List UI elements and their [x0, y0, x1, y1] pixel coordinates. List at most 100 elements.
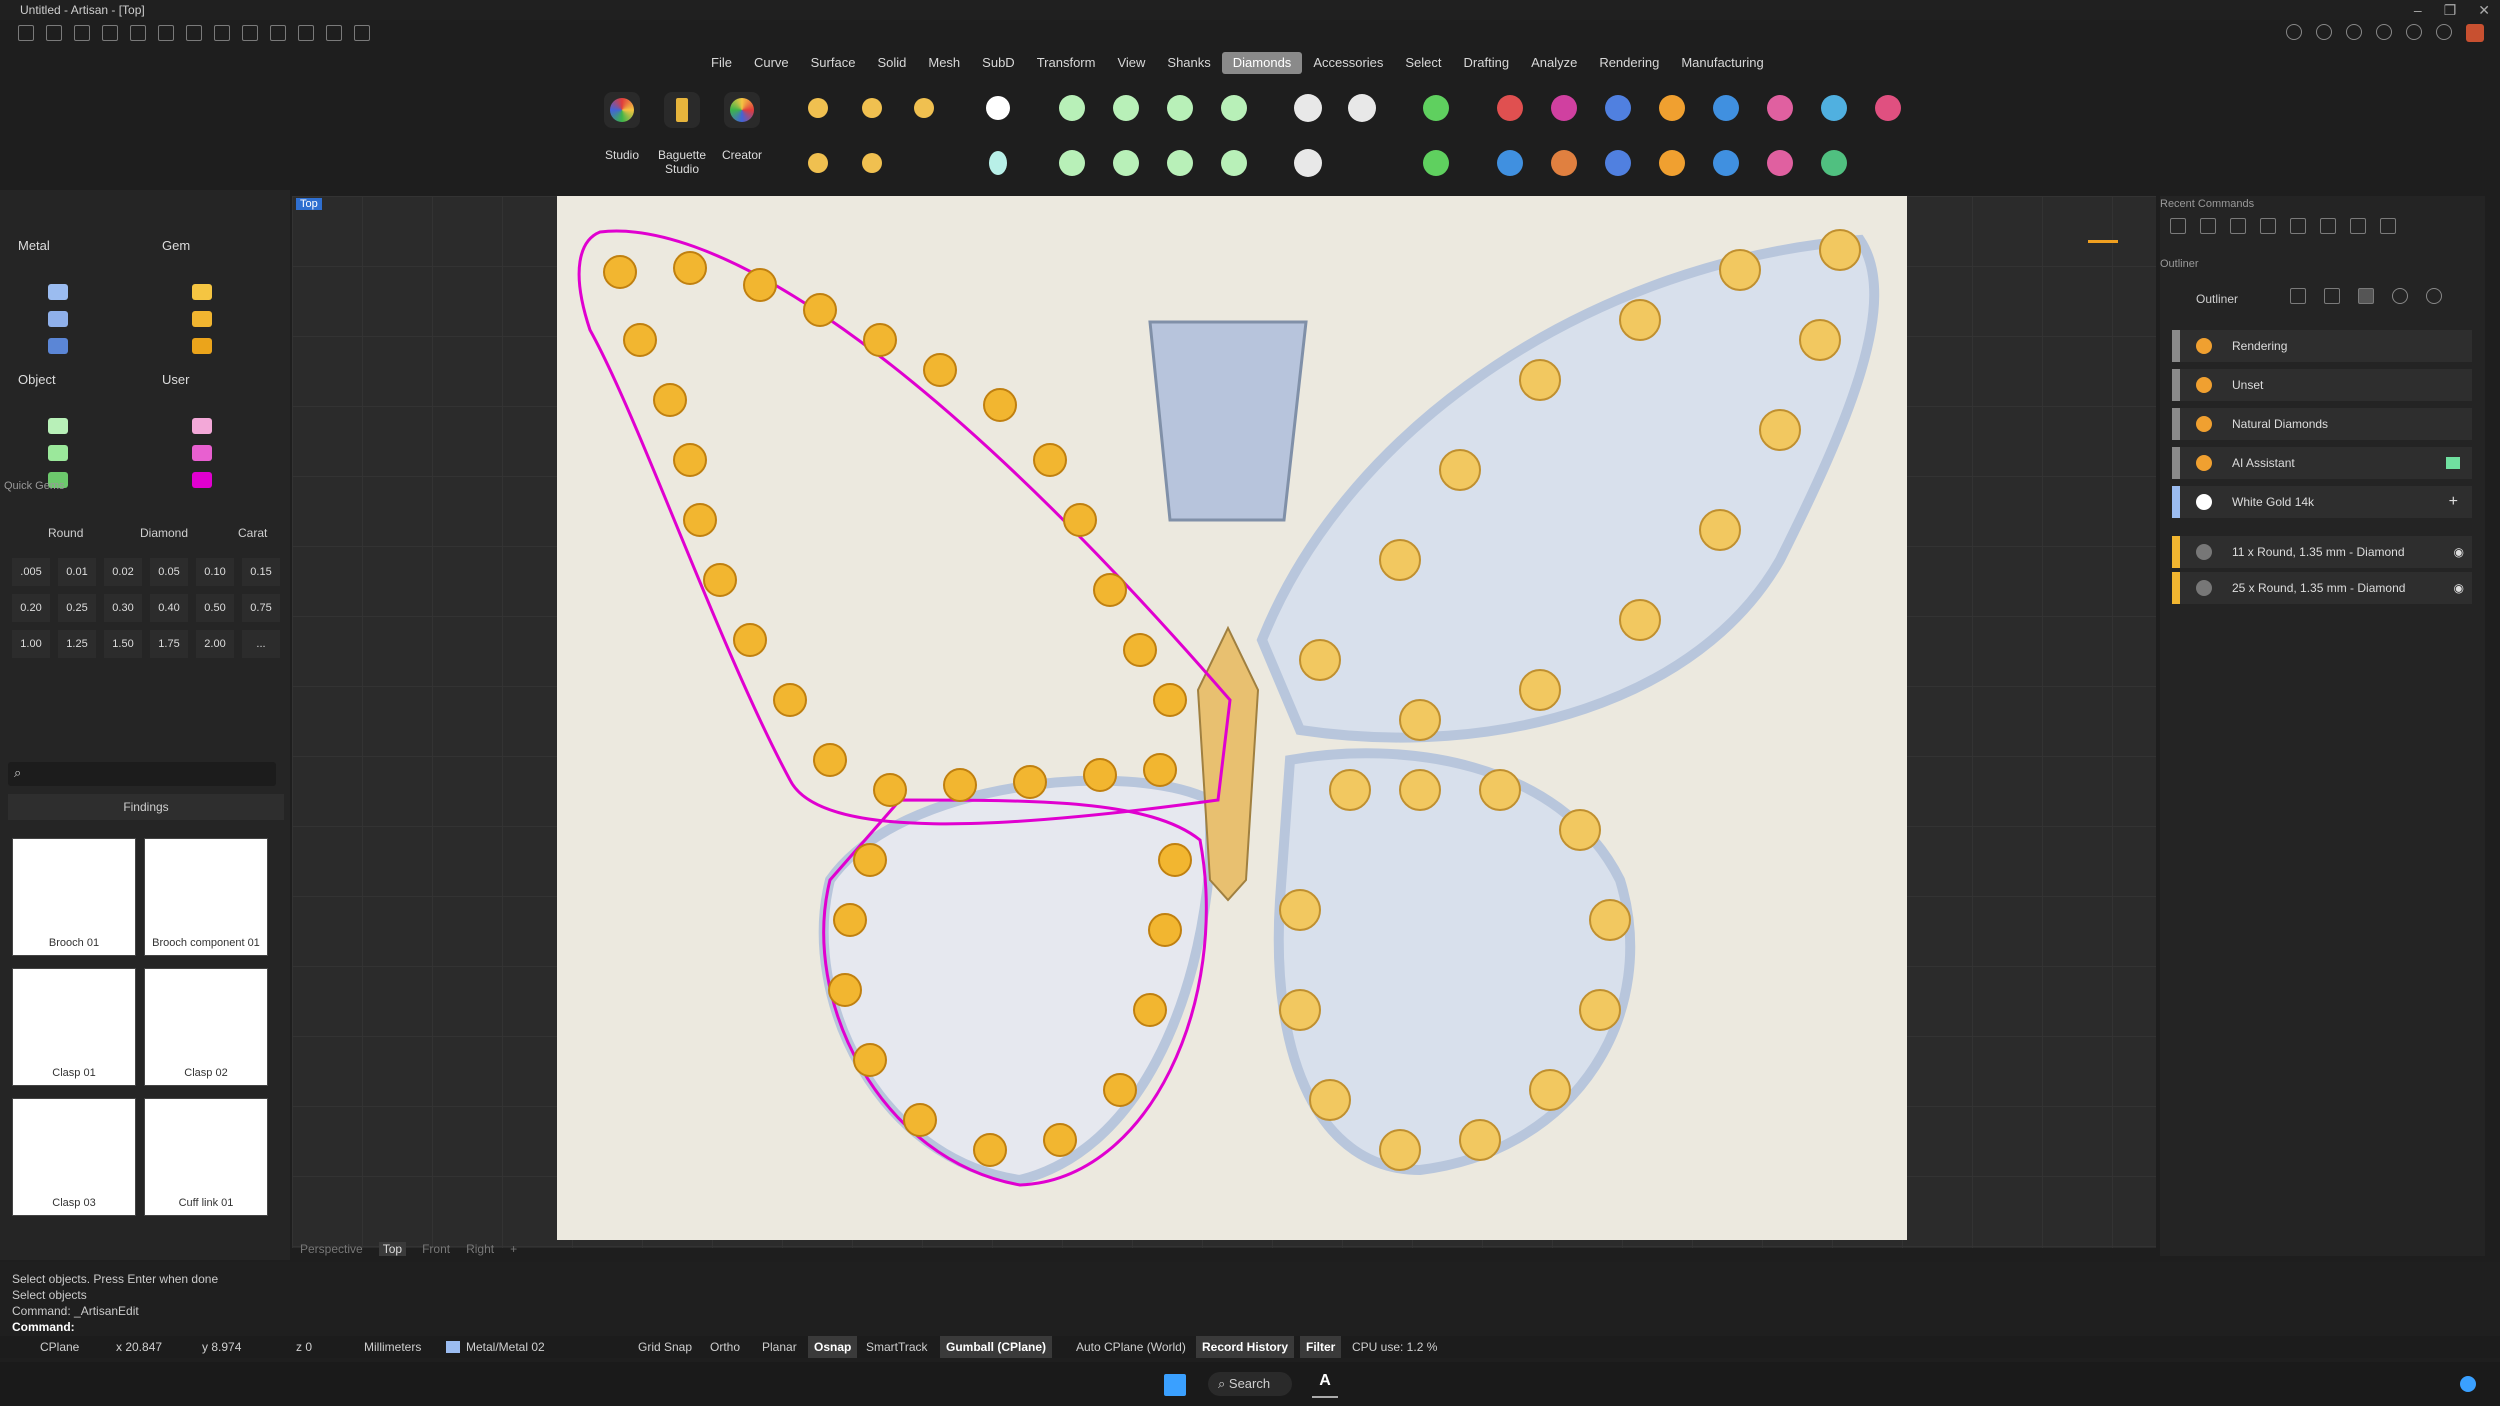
menu-surface[interactable]: Surface [800, 52, 867, 74]
recent-command-icon[interactable] [2290, 218, 2306, 234]
size-button[interactable]: 0.25 [58, 594, 96, 622]
menu-view[interactable]: View [1106, 52, 1156, 74]
library-category-dropdown[interactable]: Findings [8, 794, 284, 820]
gem-swatch-3[interactable] [192, 338, 212, 354]
outliner-row-rendering[interactable]: Rendering [2172, 330, 2472, 362]
outliner-row-white-gold[interactable]: White Gold 14k + [2172, 486, 2472, 518]
filter-toggle[interactable]: Filter [1300, 1336, 1342, 1358]
add-viewport-icon[interactable]: + [510, 1242, 517, 1256]
menu-subd[interactable]: SubD [971, 52, 1026, 74]
pick-icon[interactable] [2290, 288, 2306, 304]
add-icon[interactable]: + [2449, 486, 2458, 518]
snap-tool-icon[interactable] [326, 25, 342, 41]
size-button[interactable]: 1.50 [104, 630, 142, 658]
menu-rendering[interactable]: Rendering [1588, 52, 1670, 74]
menu-transform[interactable]: Transform [1026, 52, 1107, 74]
user-swatch-2[interactable] [192, 445, 212, 461]
menu-select[interactable]: Select [1394, 52, 1452, 74]
library-item[interactable]: Brooch 01 [12, 838, 136, 956]
balance-icon[interactable] [2324, 288, 2340, 304]
menu-manufacturing[interactable]: Manufacturing [1670, 52, 1774, 74]
curve-tool-icon[interactable] [270, 25, 286, 41]
eye-icon[interactable]: ◉ [2454, 572, 2464, 604]
library-item[interactable]: Clasp 02 [144, 968, 268, 1086]
current-layer[interactable]: Metal/Metal 02 [466, 1336, 545, 1358]
smarttrack-toggle[interactable]: SmartTrack [866, 1336, 928, 1358]
outliner-row-natural-diamonds[interactable]: Natural Diamonds [2172, 408, 2472, 440]
cube-icon[interactable] [2346, 24, 2362, 40]
recent-command-icon[interactable] [2200, 218, 2216, 234]
taskbar-search[interactable]: ⌕ Search [1208, 1372, 1292, 1396]
recent-command-icon[interactable] [2230, 218, 2246, 234]
gem-swatch-1[interactable] [192, 284, 212, 300]
open-folder-icon[interactable] [74, 25, 90, 41]
recent-command-icon[interactable] [2350, 218, 2366, 234]
metal-swatch-2[interactable] [48, 311, 68, 327]
library-item[interactable]: Brooch component 01 [144, 838, 268, 956]
menu-accessories[interactable]: Accessories [1302, 52, 1394, 74]
outliner-gem-row[interactable]: 11 x Round, 1.35 mm - Diamond ◉ [2172, 536, 2472, 568]
size-button[interactable]: 0.05 [150, 558, 188, 586]
size-button[interactable]: 2.00 [196, 630, 234, 658]
metal-swatch-3[interactable] [48, 338, 68, 354]
redo-icon[interactable] [158, 25, 174, 41]
size-button[interactable]: 1.75 [150, 630, 188, 658]
size-button[interactable]: 0.02 [104, 558, 142, 586]
edit-icon[interactable] [2358, 288, 2374, 304]
tab-top[interactable]: Top [378, 1242, 407, 1256]
object-swatch-1[interactable] [48, 418, 68, 434]
size-button[interactable]: 0.50 [196, 594, 234, 622]
recent-command-icon[interactable] [2320, 218, 2336, 234]
help-icon[interactable] [2426, 288, 2442, 304]
size-button[interactable]: 0.10 [196, 558, 234, 586]
size-button[interactable]: 0.01 [58, 558, 96, 586]
save-icon[interactable] [186, 25, 202, 41]
size-button[interactable]: 1.00 [12, 630, 50, 658]
refresh-icon[interactable] [2392, 288, 2408, 304]
close-icon[interactable]: ✕ [2478, 0, 2490, 20]
export-icon[interactable] [242, 25, 258, 41]
minimize-icon[interactable]: – [2414, 0, 2422, 20]
creator-button[interactable] [724, 92, 760, 128]
library-item[interactable]: Clasp 03 [12, 1098, 136, 1216]
menu-drafting[interactable]: Drafting [1453, 52, 1521, 74]
record-history-toggle[interactable]: Record History [1196, 1336, 1295, 1358]
artisan-app-icon[interactable]: A [1312, 1372, 1338, 1398]
library-search[interactable]: ⌕ [8, 762, 276, 786]
menu-mesh[interactable]: Mesh [917, 52, 971, 74]
osnap-toggle[interactable]: Osnap [808, 1336, 858, 1358]
gumball-widget[interactable] [2088, 240, 2118, 252]
gem-swatch-2[interactable] [192, 311, 212, 327]
account-icon[interactable] [2436, 24, 2452, 40]
ortho-toggle[interactable]: Ortho [710, 1336, 740, 1358]
start-icon[interactable] [1164, 1374, 1186, 1396]
new-template-icon[interactable] [46, 25, 62, 41]
settings-icon[interactable] [2286, 24, 2302, 40]
menu-curve[interactable]: Curve [743, 52, 800, 74]
gumball-toggle[interactable]: Gumball (CPlane) [940, 1336, 1053, 1358]
avatar[interactable] [2466, 24, 2484, 42]
help-icon[interactable] [2376, 24, 2392, 40]
size-button[interactable]: ... [242, 630, 280, 658]
size-button[interactable]: 0.75 [242, 594, 280, 622]
import-icon[interactable] [102, 25, 118, 41]
layer-swatch[interactable] [446, 1341, 460, 1353]
user-swatch-1[interactable] [192, 418, 212, 434]
undo-icon[interactable] [2260, 218, 2276, 234]
size-button[interactable]: 0.30 [104, 594, 142, 622]
outliner-row-ai-assistant[interactable]: AI Assistant [2172, 447, 2472, 479]
tab-perspective[interactable]: Perspective [300, 1242, 363, 1256]
tab-front[interactable]: Front [422, 1242, 450, 1256]
material-diamond-button[interactable]: Diamond [140, 526, 188, 540]
outliner-gem-row[interactable]: 25 x Round, 1.35 mm - Diamond ◉ [2172, 572, 2472, 604]
grid-snap-toggle[interactable]: Grid Snap [638, 1336, 692, 1358]
notification-icon[interactable] [2460, 1376, 2476, 1392]
menu-shanks[interactable]: Shanks [1156, 52, 1221, 74]
shape-tool-icon[interactable] [298, 25, 314, 41]
auto-cplane-toggle[interactable]: Auto CPlane (World) [1076, 1336, 1186, 1358]
viewport-label[interactable]: Top [296, 198, 322, 210]
units-label[interactable]: Millimeters [364, 1336, 421, 1358]
baguette-studio-button[interactable] [664, 92, 700, 128]
info-icon[interactable] [2316, 24, 2332, 40]
unit-carat-button[interactable]: Carat [238, 526, 267, 540]
